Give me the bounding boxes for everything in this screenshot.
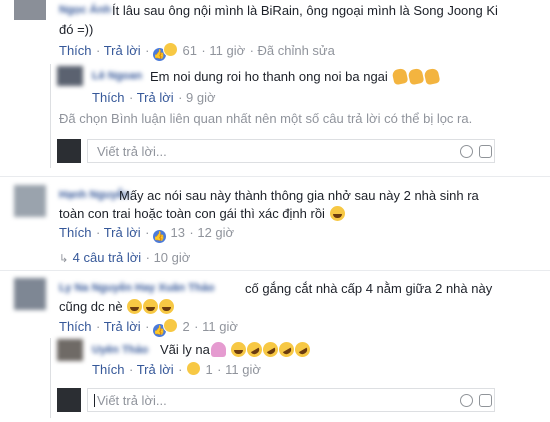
divider [0, 176, 550, 177]
rofl-emoji [275, 339, 297, 360]
camera-icon[interactable] [479, 394, 492, 407]
comment-text-line-2: toàn con trai hoặc toàn con gái thì xác … [59, 204, 345, 223]
comment-actions: Thích · Trả lời · 👍 2 · 11 giờ [59, 318, 238, 337]
comment-time[interactable]: 11 giờ [202, 319, 238, 334]
laugh-emoji [143, 299, 159, 314]
edited-label[interactable]: Đã chỉnh sửa [258, 43, 335, 58]
reaction-count[interactable]: 1 [205, 362, 212, 377]
reply-actions: Thích · Trả lời · 9 giờ [92, 90, 216, 105]
reply-input-placeholder: Viết trả lời... [97, 393, 167, 408]
clap-emoji [392, 67, 409, 86]
comment-text: Mấy ac nói sau này thành thông gia nhở s… [119, 188, 479, 203]
comment-time[interactable]: 12 giờ [197, 225, 234, 240]
reply-text: Em noi dung roi ho thanh ong noi ba ngai [150, 67, 441, 86]
reaction-count[interactable]: 2 [182, 319, 189, 334]
comment-text-line: Ít lâu sau ông nội mình là BiRain, ông n… [112, 3, 498, 18]
reply-time[interactable]: 9 giờ [186, 90, 216, 105]
clap-emoji [408, 67, 425, 86]
facepalm-emoji [210, 342, 226, 357]
thread-line [50, 338, 51, 418]
commenter-name[interactable]: Ly Na Nguyễn Hay Xuân Thảo [59, 282, 214, 294]
reply-button[interactable]: Trả lời [104, 43, 141, 58]
reaction-count[interactable]: 61 [182, 43, 196, 58]
reply-input[interactable]: Viết trả lời... [87, 139, 495, 163]
reaction-count[interactable]: 13 [170, 225, 184, 240]
rofl-emoji [259, 339, 281, 360]
reply-button[interactable]: Trả lời [104, 319, 141, 334]
like-icon[interactable]: 👍 [153, 230, 167, 243]
like-button[interactable]: Thích [92, 90, 125, 105]
laugh-emoji [159, 299, 175, 314]
comment-text: Ít lâu sau ông nội mình là BiRain, ông n… [112, 1, 498, 20]
reply-author-name[interactable]: Lê Ngoan [92, 70, 142, 82]
rofl-emoji [291, 339, 313, 360]
reply-avatar[interactable] [57, 66, 83, 86]
reply-button[interactable]: Trả lời [137, 90, 174, 105]
commenter-name[interactable]: Ngọc Ánh [59, 4, 111, 16]
comment-actions: Thích · Trả lời · 👍 61 · 11 giờ · Đã chỉ… [59, 42, 335, 61]
rofl-emoji [243, 339, 265, 360]
emoji-icon[interactable] [460, 394, 473, 407]
comment-text-line-2: cũng dc nè [59, 297, 175, 316]
camera-icon[interactable] [479, 145, 492, 158]
divider [0, 270, 550, 271]
reply-input[interactable]: Viết trả lời... [87, 388, 495, 412]
reply-arrow-icon: ↳ [59, 253, 69, 265]
commenter-avatar[interactable] [14, 185, 46, 217]
reply-button[interactable]: Trả lời [104, 225, 141, 240]
reply-input-placeholder: Viết trả lời... [97, 144, 167, 159]
reply-avatar[interactable] [57, 339, 83, 361]
reply-text: Vãi ly na [160, 339, 313, 360]
laugh-emoji [127, 299, 143, 314]
like-button[interactable]: Thích [92, 362, 125, 377]
clap-emoji [424, 67, 441, 86]
my-avatar [57, 139, 81, 163]
reply-author-name[interactable]: Uyên Thảo [92, 344, 148, 356]
haha-icon[interactable] [163, 42, 179, 57]
like-button[interactable]: Thích [59, 319, 92, 334]
reply-time[interactable]: 11 giờ [225, 362, 261, 377]
commenter-avatar[interactable] [14, 0, 46, 20]
text-cursor [94, 394, 95, 407]
emoji-icon[interactable] [460, 145, 473, 158]
comment-text: cố gắng cắt nhà cấp 4 nằm giữa 2 nhà này [245, 281, 493, 296]
laugh-emoji [329, 206, 345, 221]
laugh-emoji [230, 342, 246, 357]
replies-time: 10 giờ [153, 250, 191, 265]
haha-icon[interactable] [186, 361, 202, 376]
reply-button[interactable]: Trả lời [137, 362, 174, 377]
comment-text-line-2: đó =)) [59, 22, 94, 37]
comment-time[interactable]: 11 giờ [209, 43, 245, 58]
commenter-avatar[interactable] [14, 278, 46, 310]
filter-note: Đã chọn Bình luận liên quan nhất nên một… [59, 111, 473, 126]
reply-actions: Thích · Trả lời · 1 · 11 giờ [92, 361, 261, 377]
like-button[interactable]: Thích [59, 43, 92, 58]
replies-count-link[interactable]: 4 câu trả lời [73, 250, 142, 265]
haha-icon[interactable] [163, 318, 179, 333]
my-avatar [57, 388, 81, 412]
thread-line [50, 64, 51, 168]
view-replies[interactable]: ↳ 4 câu trả lời · 10 giờ [59, 249, 190, 267]
like-button[interactable]: Thích [59, 225, 92, 240]
comment-actions: Thích · Trả lời · 👍 13 · 12 giờ [59, 225, 235, 243]
